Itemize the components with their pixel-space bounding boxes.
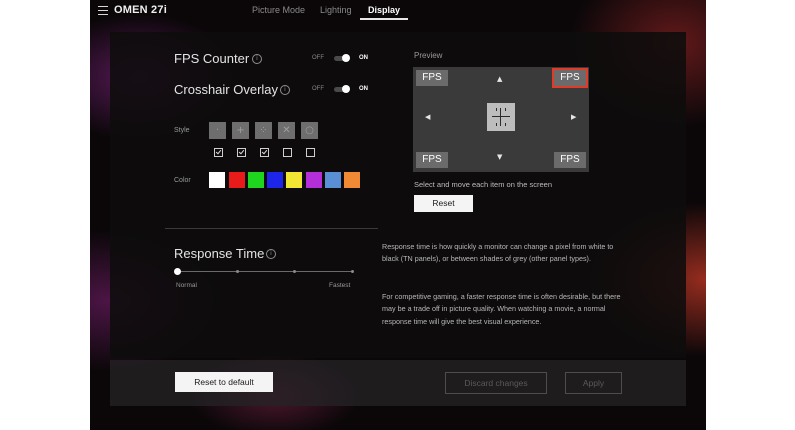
response-time-label: Response Time: [174, 246, 265, 261]
apply-button[interactable]: Apply: [565, 372, 622, 394]
arrow-right-icon[interactable]: ▶: [571, 113, 576, 121]
arrow-left-icon[interactable]: ◀: [425, 113, 430, 121]
slider-max-label: Fastest: [329, 282, 351, 289]
reset-to-default-button[interactable]: Reset to default: [175, 372, 273, 392]
arrow-down-icon[interactable]: ▼: [497, 153, 502, 161]
preview-hint: Select and move each item on the screen: [414, 180, 552, 189]
discard-changes-button[interactable]: Discard changes: [445, 372, 547, 394]
color-swatch-light-blue[interactable]: [325, 172, 341, 188]
fps-position-top-right[interactable]: FPS: [552, 68, 588, 88]
app-window: OMEN 27i Picture Mode Lighting Display F…: [90, 0, 706, 430]
color-swatch-orange[interactable]: [344, 172, 360, 188]
toggle-knob: [342, 85, 350, 93]
app-title: OMEN 27i: [114, 4, 167, 16]
style-option-dot[interactable]: ·: [209, 122, 226, 139]
toggle-off-label: OFF: [312, 55, 324, 61]
color-swatch-purple[interactable]: [306, 172, 322, 188]
crosshair-preview[interactable]: [487, 103, 515, 131]
fps-counter-info-icon[interactable]: i: [252, 54, 262, 64]
crosshair-overlay-info-icon[interactable]: i: [280, 85, 290, 95]
color-swatch-white[interactable]: [209, 172, 225, 188]
tab-display[interactable]: Display: [368, 5, 400, 15]
crosshair-overlay-toggle[interactable]: OFF ON: [312, 84, 387, 96]
fps-position-bottom-left[interactable]: FPS: [416, 152, 448, 168]
preview-area: FPS FPS FPS FPS ▲ ▼ ◀ ▶: [413, 67, 589, 172]
response-time-description-1: Response time is how quickly a monitor c…: [382, 242, 614, 264]
slider-min-label: Normal: [176, 282, 197, 289]
preview-label: Preview: [414, 51, 443, 60]
color-swatch-yellow[interactable]: [286, 172, 302, 188]
style-option-dotted-cross[interactable]: ⁘: [255, 122, 272, 139]
section-divider: [165, 228, 378, 229]
response-time-slider-track[interactable]: [177, 271, 352, 272]
style-option-plus[interactable]: +: [232, 122, 249, 139]
arrow-up-icon[interactable]: ▲: [497, 75, 502, 83]
color-swatch-red[interactable]: [229, 172, 245, 188]
toggle-off-label: OFF: [312, 86, 324, 92]
slider-step: [293, 270, 296, 273]
response-time-slider-thumb[interactable]: [174, 268, 181, 275]
response-time-description-2: For competitive gaming, a faster respons…: [382, 292, 621, 326]
response-time-info-icon[interactable]: i: [266, 249, 276, 259]
slider-step: [351, 270, 354, 273]
style-checkbox-plus[interactable]: [237, 148, 246, 157]
style-checkbox-dotted-cross[interactable]: [260, 148, 269, 157]
crosshair-overlay-label: Crosshair Overlay: [174, 82, 279, 97]
style-checkbox-x[interactable]: [283, 148, 292, 157]
color-swatch-blue[interactable]: [267, 172, 283, 188]
header: OMEN 27i Picture Mode Lighting Display: [90, 0, 706, 22]
toggle-on-label: ON: [359, 55, 368, 61]
menu-icon[interactable]: [98, 6, 108, 15]
active-tab-indicator: [360, 18, 408, 20]
fps-counter-toggle[interactable]: OFF ON: [312, 53, 387, 65]
fps-counter-label: FPS Counter: [174, 51, 250, 66]
fps-position-top-left[interactable]: FPS: [416, 70, 448, 86]
color-swatch-green[interactable]: [248, 172, 264, 188]
style-checkbox-dot[interactable]: [214, 148, 223, 157]
style-checkbox-circle[interactable]: [306, 148, 315, 157]
color-label: Color: [174, 177, 191, 184]
style-option-x[interactable]: ✕: [278, 122, 295, 139]
tab-lighting[interactable]: Lighting: [320, 5, 352, 15]
style-label: Style: [174, 127, 190, 134]
fps-position-bottom-right[interactable]: FPS: [554, 152, 586, 168]
style-option-circle[interactable]: ○: [301, 122, 318, 139]
toggle-on-label: ON: [359, 86, 368, 92]
tab-picture-mode[interactable]: Picture Mode: [252, 5, 305, 15]
slider-step: [236, 270, 239, 273]
toggle-knob: [342, 54, 350, 62]
preview-reset-button[interactable]: Reset: [414, 195, 473, 212]
